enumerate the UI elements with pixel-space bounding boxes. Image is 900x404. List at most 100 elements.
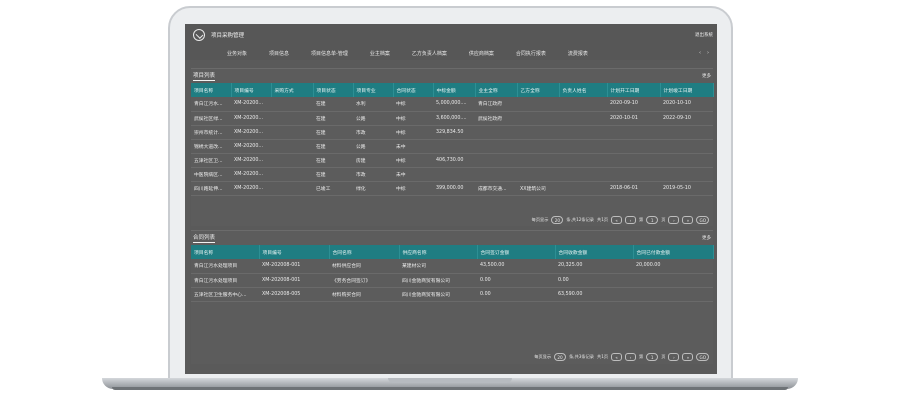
table-cell: 《劳务合同签订》 xyxy=(329,273,399,288)
next-page-button[interactable]: › xyxy=(668,216,680,224)
table-cell: 20,325.00 xyxy=(555,259,633,274)
nav-item-fee-report[interactable]: 流费报表 xyxy=(568,50,588,57)
table-row[interactable]: 五津社区卫生服务中心... XM-202008-005 材料购买合同 四川金驰商贸有限… xyxy=(191,287,713,302)
column-header[interactable]: 负责人姓名 xyxy=(559,83,608,97)
nav-item-project-info[interactable]: 项目信息 xyxy=(269,50,289,57)
table-cell: 2020-10-01 xyxy=(607,111,660,126)
chevron-right-icon[interactable]: › xyxy=(707,50,715,56)
nav-item-contract-report[interactable]: 合同执行报表 xyxy=(516,50,546,57)
table-cell xyxy=(660,167,713,182)
table-cell: 未中 xyxy=(393,167,433,182)
column-header[interactable]: 采购方式 xyxy=(271,83,314,97)
go-button[interactable]: GO xyxy=(696,353,709,361)
project-list-title: 项目列表 xyxy=(193,73,216,81)
column-header[interactable]: 合同已付款金额 xyxy=(633,245,714,259)
chevron-left-icon[interactable]: ‹ xyxy=(699,50,707,56)
table-row[interactable]: 青白江污水处理项目 XM-202008-001 《劳务合同签订》 四川金驰商贸有限公司… xyxy=(191,273,713,288)
table-row[interactable]: 中医院病区... XM-20200... 在建 市政 未中 xyxy=(191,167,713,182)
column-header[interactable]: 供应商名称 xyxy=(399,245,478,259)
table-cell xyxy=(475,153,517,168)
table-row[interactable]: 崇州市统计... XM-20200... 在建 市政 中标 329,834.50 xyxy=(191,125,713,140)
table-cell: XM-20200... xyxy=(231,139,271,154)
table-row[interactable]: 四川路延伸... XM-20200... 已竣工 绿化 中标 399,000.00 成都市交… xyxy=(191,181,713,196)
column-header[interactable]: 计划竣工日期 xyxy=(660,83,714,97)
table-cell xyxy=(433,167,475,182)
table-cell: 5,000,000.... xyxy=(433,97,475,112)
nav-item-supplier-archive[interactable]: 供应商档案 xyxy=(469,50,494,57)
column-header[interactable]: 合同状态 xyxy=(393,83,434,97)
nav-item-owner-archive[interactable]: 业主档案 xyxy=(370,50,390,57)
column-header[interactable]: 中标金额 xyxy=(433,83,476,97)
per-page-select[interactable]: 20 xyxy=(554,353,567,361)
column-header[interactable]: 项目名称 xyxy=(191,245,260,259)
column-header[interactable]: 乙方全称 xyxy=(517,83,560,97)
nav-item-business-objects[interactable]: 业务对象 xyxy=(227,50,247,57)
page-number-input[interactable]: 1 xyxy=(646,216,659,224)
table-cell: XM-202008-005 xyxy=(259,287,329,302)
logout-button[interactable]: 退出系统 xyxy=(695,32,713,38)
table-cell: 青白江污水处理项目 xyxy=(191,273,259,288)
table-cell: 中标 xyxy=(393,111,433,126)
table-row[interactable]: 五津社区卫... XM-20200... 在建 房建 中标 406,730.00 xyxy=(191,153,713,168)
table-cell: 成都市交通... xyxy=(475,181,517,196)
table-cell: 五津社区卫... xyxy=(191,153,231,168)
contract-list-panel: 合同列表 更多 项目名称 项目编号 合同名称 供应商名称 合同签订金额 合同收款金额 合同已… xyxy=(191,230,714,364)
page-number-input[interactable]: 1 xyxy=(646,353,659,361)
project-pager: 每页显示 20 条,共12条记录 共1页 «‹ 第 1 页 ›» GO xyxy=(532,216,709,224)
table-cell: 在建 xyxy=(313,153,353,168)
project-list-panel: 项目列表 更多 项目名称 项目编号 采购方式 项目状态 项目专业 合同状态 中标金额 业主全称… xyxy=(191,68,714,226)
column-header[interactable]: 项目名称 xyxy=(191,83,232,97)
column-header[interactable]: 项目专业 xyxy=(353,83,394,97)
first-page-button[interactable]: « xyxy=(611,353,623,361)
project-more-link[interactable]: 更多 xyxy=(702,73,711,79)
nav-item-project-manage[interactable]: 项目信息单-管理 xyxy=(311,50,348,57)
table-row[interactable]: 武侯社区绿... XM-20200... 在建 公路 中标 3,600,000.... 武侯… xyxy=(191,111,713,126)
per-page-select[interactable]: 20 xyxy=(551,216,564,224)
column-header[interactable]: 项目状态 xyxy=(313,83,354,97)
column-header[interactable]: 业主全称 xyxy=(475,83,518,97)
project-list-header: 项目列表 更多 xyxy=(191,69,713,83)
table-cell xyxy=(433,139,475,154)
table-cell: 2020-09-10 xyxy=(607,97,660,112)
column-header[interactable]: 计划开工日期 xyxy=(607,83,661,97)
table-cell: 20,000.00 xyxy=(633,259,713,274)
table-cell xyxy=(517,125,559,140)
table-cell xyxy=(475,125,517,140)
table-cell: 公路 xyxy=(353,139,393,154)
nav-item-contractor-archive[interactable]: 乙方负责人档案 xyxy=(412,50,447,57)
top-bar: 项目采购管理 退出系统 xyxy=(185,24,717,46)
column-header[interactable]: 项目编号 xyxy=(259,245,330,259)
page-count: 共1页 xyxy=(597,354,609,359)
table-cell xyxy=(271,153,313,168)
go-button[interactable]: GO xyxy=(696,216,709,224)
prev-page-button[interactable]: ‹ xyxy=(625,353,637,361)
contract-list-title: 合同列表 xyxy=(193,235,216,243)
column-header[interactable]: 合同签订金额 xyxy=(477,245,556,259)
laptop-base-notch xyxy=(388,378,512,383)
page-suffix: 页 xyxy=(661,354,666,359)
first-page-button[interactable]: « xyxy=(611,216,623,224)
table-cell: 五津社区卫生服务中心... xyxy=(191,287,259,302)
last-page-button[interactable]: » xyxy=(682,353,694,361)
table-cell: 青白江污水... xyxy=(191,97,231,112)
last-page-button[interactable]: » xyxy=(682,216,694,224)
table-cell: 406,730.00 xyxy=(433,153,475,168)
table-cell: 武侯社区绿... xyxy=(191,111,231,126)
column-header[interactable]: 合同名称 xyxy=(329,245,400,259)
column-header[interactable]: 项目编号 xyxy=(231,83,272,97)
table-cell: 0.00 xyxy=(477,273,555,288)
table-cell xyxy=(517,97,559,112)
contract-more-link[interactable]: 更多 xyxy=(702,235,711,241)
page-prefix: 第 xyxy=(639,217,644,222)
table-row[interactable]: 青白江污水处理项目 XM-202008-001 材料供应合同 某建材公司 43,500.… xyxy=(191,259,713,274)
column-header[interactable]: 合同收款金额 xyxy=(555,245,634,259)
table-row[interactable]: 青白江污水... XM-20200... 在建 水利 中标 5,000,000.... 青白… xyxy=(191,97,713,112)
table-cell: 水利 xyxy=(353,97,393,112)
next-page-button[interactable]: › xyxy=(668,353,680,361)
table-row[interactable]: 锦绣大道改... XM-20200... 在建 公路 未中 xyxy=(191,139,713,154)
prev-page-button[interactable]: ‹ xyxy=(625,216,637,224)
table-cell: 中标 xyxy=(393,97,433,112)
table-cell xyxy=(559,167,607,182)
nav-scroll-arrows[interactable]: ‹› xyxy=(699,50,715,56)
table-cell xyxy=(559,97,607,112)
